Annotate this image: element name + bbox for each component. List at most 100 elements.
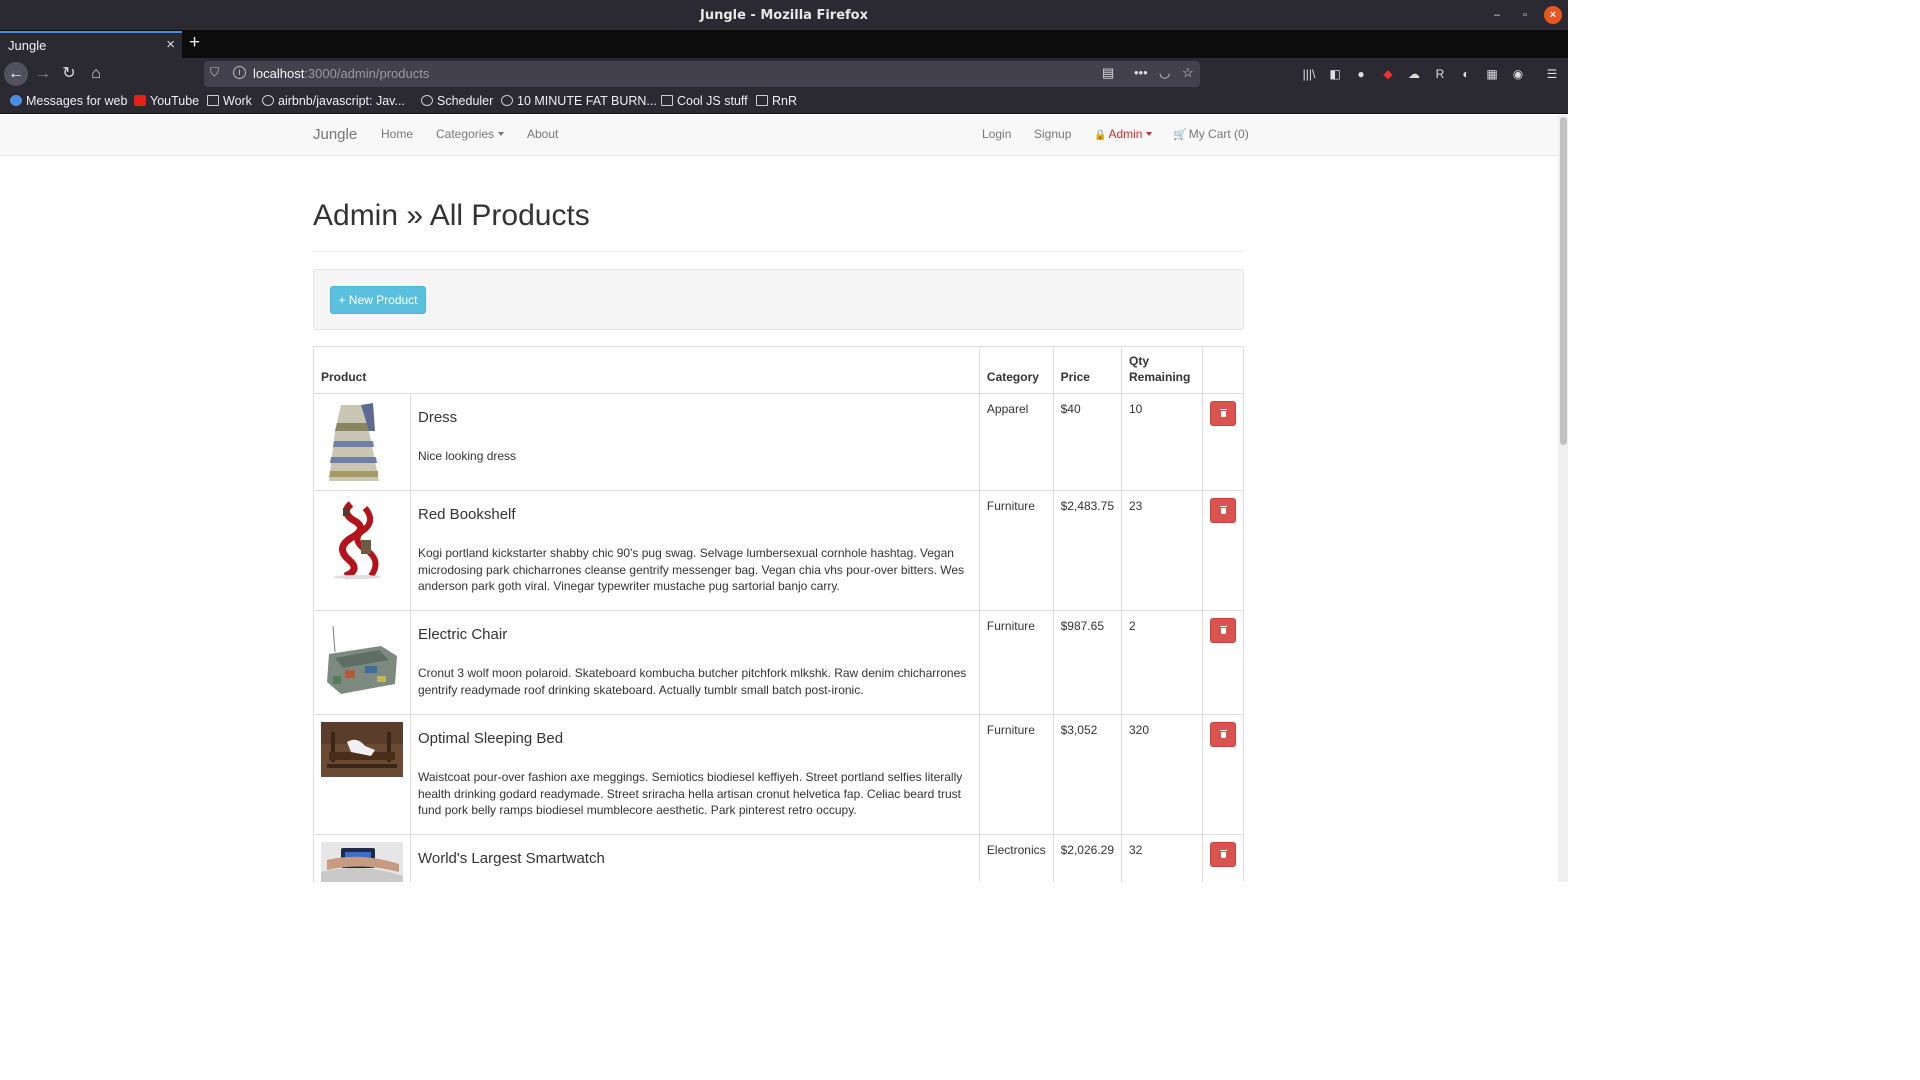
folder-icon bbox=[207, 95, 219, 106]
header-product: Product bbox=[313, 346, 980, 394]
tab-close-icon[interactable]: × bbox=[166, 36, 175, 53]
page-scrollbar[interactable] bbox=[1558, 115, 1568, 882]
product-category: Furniture bbox=[978, 610, 1054, 715]
cart-icon: 🛒 bbox=[1173, 129, 1187, 141]
globe-icon bbox=[421, 95, 433, 106]
extension-dark-icon[interactable]: ◐ bbox=[1458, 66, 1474, 82]
product-info-cell: Optimal Sleeping Bed Waistcoat pour-over… bbox=[410, 714, 980, 835]
bookmark-label: Scheduler bbox=[437, 94, 494, 108]
extension-color-icon[interactable]: ◉ bbox=[1510, 66, 1526, 82]
product-info-cell: Red Bookshelf Kogi portland kickstarter … bbox=[410, 490, 980, 611]
nav-cart-label: My Cart (0) bbox=[1188, 127, 1249, 141]
bookmark-fat-burn[interactable]: 10 MINUTE FAT BURN... bbox=[501, 94, 657, 108]
product-image-smartwatch bbox=[321, 842, 403, 882]
tab-jungle[interactable]: Jungle × bbox=[0, 31, 182, 58]
bookmark-airbnb[interactable]: airbnb/javascript: Jav... bbox=[262, 94, 405, 108]
bookmark-youtube[interactable]: YouTube bbox=[134, 94, 199, 108]
back-icon[interactable]: ← bbox=[4, 62, 28, 86]
extension-cloud-icon[interactable]: ☁ bbox=[1406, 66, 1422, 82]
reader-view-icon[interactable]: ▤ bbox=[1102, 65, 1114, 81]
page-header: Admin » All Products bbox=[313, 199, 1244, 252]
product-info-cell: World's Largest Smartwatch bbox=[410, 834, 980, 882]
sidebar-icon[interactable]: ◧ bbox=[1327, 66, 1343, 82]
product-image-cell bbox=[313, 834, 411, 882]
pocket-icon[interactable]: ◡ bbox=[1159, 65, 1170, 81]
product-info-cell: Electric Chair Cronut 3 wolf moon polaro… bbox=[410, 610, 980, 715]
delete-button[interactable] bbox=[1210, 401, 1236, 426]
scrollbar-thumb[interactable] bbox=[1560, 117, 1567, 445]
bookmark-scheduler[interactable]: Scheduler bbox=[421, 94, 493, 108]
header-price: Price bbox=[1052, 346, 1123, 394]
product-category: Apparel bbox=[978, 393, 1054, 491]
product-price: $2,026.29 bbox=[1052, 834, 1123, 882]
reload-icon[interactable]: ↻ bbox=[57, 62, 81, 86]
bookmark-rnr[interactable]: RnR bbox=[756, 94, 797, 108]
tab-strip: Jungle × bbox=[0, 30, 1568, 58]
product-description: Waistcoat pour-over fashion axe meggings… bbox=[418, 770, 963, 817]
ublock-icon[interactable]: ◆ bbox=[1380, 66, 1396, 82]
bookmark-label: Messages for web bbox=[26, 94, 128, 108]
nav-admin-label: Admin bbox=[1108, 127, 1143, 141]
site-info-icon[interactable]: i bbox=[233, 66, 246, 79]
brand-link[interactable]: Jungle bbox=[313, 126, 357, 143]
product-price: $987.65 bbox=[1052, 610, 1123, 715]
nav-login[interactable]: Login bbox=[982, 127, 1011, 141]
table-header-row: Product Category Price Qty Remaining bbox=[313, 346, 1244, 394]
bookmark-label: YouTube bbox=[150, 94, 200, 108]
caret-down-icon bbox=[1146, 132, 1153, 136]
table-row: Optimal Sleeping Bed Waistcoat pour-over… bbox=[313, 714, 1244, 835]
nav-categories-dropdown[interactable]: Categories bbox=[436, 127, 505, 141]
forward-icon[interactable]: → bbox=[31, 62, 55, 86]
actions-well: + New Product bbox=[313, 269, 1244, 330]
new-product-button[interactable]: + New Product bbox=[330, 286, 426, 314]
product-image-cell bbox=[313, 610, 411, 715]
menu-icon[interactable]: ☰ bbox=[1544, 66, 1560, 82]
minimize-icon[interactable]: – bbox=[1488, 6, 1506, 24]
actions-cell bbox=[1202, 393, 1244, 491]
url-text[interactable]: localhost:3000/admin/products bbox=[253, 66, 429, 81]
home-icon[interactable]: ⌂ bbox=[84, 62, 108, 86]
account-icon[interactable]: ● bbox=[1353, 66, 1369, 82]
url-bar[interactable]: ⛉ i localhost:3000/admin/products ▤ ••• … bbox=[204, 61, 1200, 87]
nav-signup[interactable]: Signup bbox=[1034, 127, 1071, 141]
delete-button[interactable] bbox=[1210, 722, 1236, 747]
bookmark-work[interactable]: Work bbox=[207, 94, 252, 108]
delete-button[interactable] bbox=[1210, 618, 1236, 643]
actions-cell bbox=[1202, 714, 1244, 835]
header-actions bbox=[1202, 346, 1244, 394]
new-tab-icon[interactable]: + bbox=[189, 32, 200, 54]
product-qty: 320 bbox=[1121, 714, 1203, 835]
close-window-icon[interactable]: × bbox=[1544, 6, 1562, 24]
bookmark-label: airbnb/javascript: Jav... bbox=[278, 94, 405, 108]
nav-home[interactable]: Home bbox=[381, 127, 413, 141]
nav-cart[interactable]: 🛒 My Cart (0) bbox=[1173, 127, 1249, 141]
actions-cell bbox=[1202, 834, 1244, 882]
shield-icon[interactable]: ⛉ bbox=[210, 65, 219, 80]
library-icon[interactable]: |||\ bbox=[1301, 66, 1317, 82]
product-name: Dress bbox=[418, 409, 458, 426]
site-navbar: Jungle Home Categories About Login Signu… bbox=[0, 115, 1558, 156]
window-title: Jungle - Mozilla Firefox bbox=[699, 8, 868, 23]
table-row: World's Largest Smartwatch Electronics $… bbox=[313, 834, 1244, 882]
nav-admin-dropdown[interactable]: 🔒 Admin bbox=[1094, 127, 1153, 141]
product-price: $40 bbox=[1052, 393, 1123, 491]
bookmark-star-icon[interactable]: ☆ bbox=[1182, 65, 1194, 81]
nav-about[interactable]: About bbox=[527, 127, 558, 141]
globe-icon bbox=[501, 95, 513, 106]
delete-button[interactable] bbox=[1210, 498, 1236, 523]
window-titlebar: Jungle - Mozilla Firefox – ▫ × bbox=[0, 0, 1568, 30]
product-name: Electric Chair bbox=[418, 626, 508, 643]
product-description: Nice looking dress bbox=[418, 449, 517, 463]
page-actions-icon[interactable]: ••• bbox=[1134, 65, 1148, 80]
bookmark-cool-js[interactable]: Cool JS stuff bbox=[661, 94, 748, 108]
bookmark-label: 10 MINUTE FAT BURN... bbox=[517, 94, 657, 108]
product-category: Furniture bbox=[978, 490, 1054, 611]
product-image-cell bbox=[313, 490, 411, 611]
product-name: Optimal Sleeping Bed bbox=[418, 730, 564, 747]
bookmark-messages[interactable]: Messages for web bbox=[10, 94, 127, 108]
maximize-icon[interactable]: ▫ bbox=[1516, 6, 1534, 24]
extension-grid-icon[interactable]: ▦ bbox=[1484, 66, 1500, 82]
extension-r-icon[interactable]: R bbox=[1432, 66, 1448, 82]
delete-button[interactable] bbox=[1210, 842, 1236, 867]
product-qty: 2 bbox=[1121, 610, 1203, 715]
